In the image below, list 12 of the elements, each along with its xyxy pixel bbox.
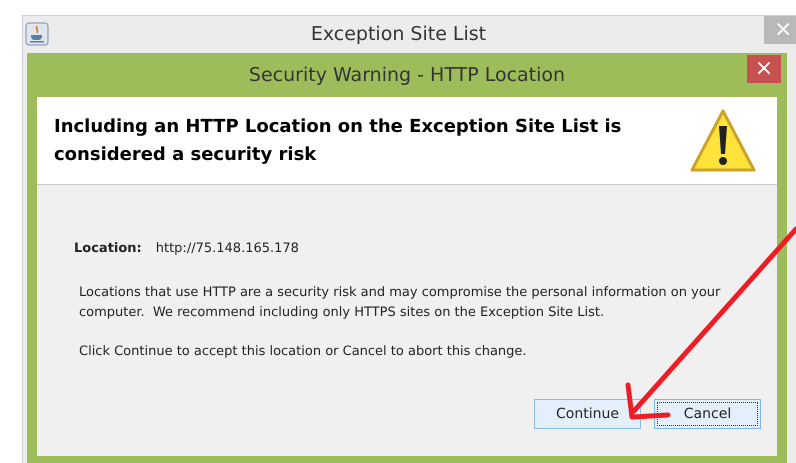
location-value: http://75.148.165.178 [156, 240, 299, 258]
window-title: Exception Site List [310, 22, 486, 48]
dialog-button[interactable]: Continue [534, 399, 641, 429]
java-cup-icon [25, 22, 49, 46]
dialog-title: Security Warning - HTTP Location [248, 62, 566, 88]
message-text: Locations that use HTTP are a security risk and may compromise the personal information on your computer. We recommend including only HTTPS sites on the Exception Site List. [79, 284, 722, 322]
instruction-text: Click Continue to accept this location or Cancel to abort this change. [79, 342, 528, 360]
warning-heading: Including an HTTP Location on the Exception Site List is considered a security risk [54, 114, 622, 166]
location-label: Location: [74, 240, 142, 258]
dialog-button[interactable]: Cancel [654, 399, 761, 429]
close-button[interactable]: × [747, 55, 781, 83]
warning-icon [689, 108, 757, 174]
